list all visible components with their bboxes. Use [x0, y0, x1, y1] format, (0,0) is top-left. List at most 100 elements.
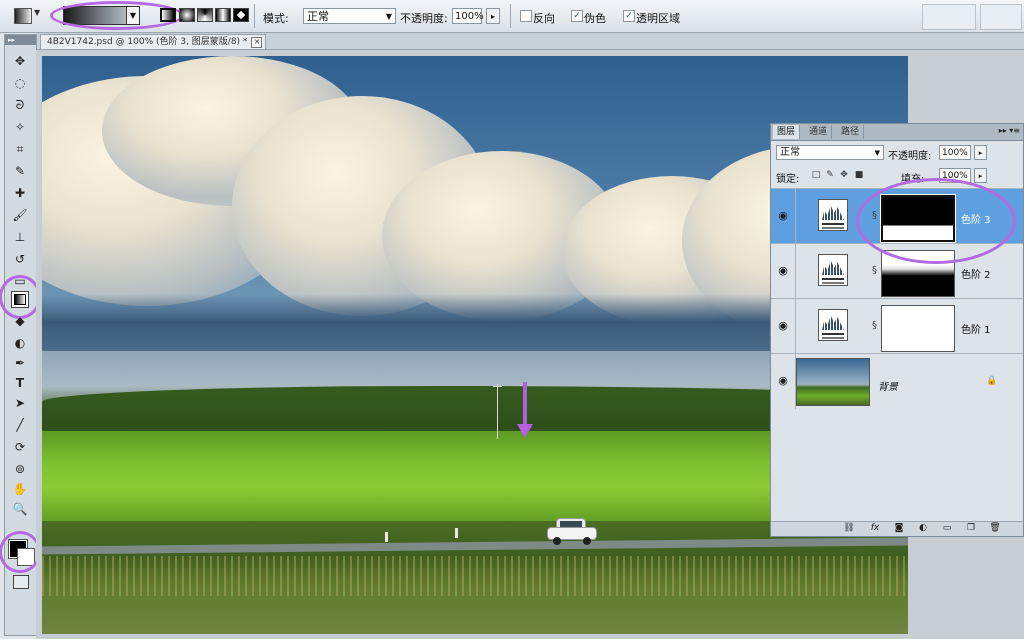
layer-row[interactable]: ◉ § 色阶 1	[771, 298, 1023, 354]
reverse-label: 反向	[533, 12, 555, 25]
delete-layer-icon[interactable]: 🗑	[989, 523, 1001, 534]
background-layer-thumbnail[interactable]	[796, 358, 870, 406]
history-brush-tool-icon[interactable]: ↺	[11, 251, 29, 268]
eye-icon[interactable]: ◉	[776, 319, 790, 333]
toolbox-grip[interactable]: ▸▸	[5, 35, 36, 45]
dodge-tool-icon[interactable]: ◐	[11, 335, 29, 352]
dither-label: 伪色	[584, 12, 606, 25]
document-tab[interactable]: 4B2V1742.psd @ 100% (色阶 3, 图层蒙版/8) * ×	[40, 34, 267, 49]
divider	[795, 299, 796, 354]
layer-name: 色阶 2	[961, 270, 991, 281]
lock-position-icon[interactable]: ✥	[839, 170, 849, 180]
new-adjustment-layer-icon[interactable]: ◐	[917, 523, 929, 534]
link-icon[interactable]: §	[872, 265, 877, 276]
tab-paths[interactable]: 路径	[837, 125, 865, 139]
3d-orbit-tool-icon[interactable]: ⊚	[11, 461, 29, 478]
close-icon[interactable]: ×	[251, 37, 263, 48]
lock-transparent-icon[interactable]: □	[811, 170, 821, 180]
reflected-gradient-button[interactable]	[215, 8, 231, 22]
lock-image-icon[interactable]: ✎	[825, 170, 835, 180]
annotation-ellipse	[0, 531, 41, 573]
blur-tool-icon[interactable]: ◆	[11, 313, 29, 330]
marquee-tool-icon[interactable]: ◌	[11, 75, 29, 92]
layer-opacity-slider-button[interactable]: ▸	[974, 145, 987, 160]
new-layer-icon[interactable]: ❐	[965, 523, 977, 534]
layer-name: 背景	[878, 382, 898, 393]
panel-tabs: 图层 通道 路径 ▸▸ ▾≡	[771, 124, 1023, 141]
link-icon[interactable]: §	[872, 320, 877, 331]
dither-checkbox[interactable]: ✓	[571, 10, 583, 22]
slider-line	[822, 333, 844, 335]
magic-wand-tool-icon[interactable]: ✧	[11, 119, 29, 136]
lock-all-icon[interactable]: ■	[854, 170, 864, 180]
radial-gradient-button[interactable]	[179, 8, 195, 22]
layer-style-icon[interactable]: fx	[869, 523, 881, 534]
angle-gradient-button[interactable]	[197, 8, 213, 22]
histogram-icon	[822, 205, 844, 220]
blend-mode-select[interactable]: 正常 ▼	[776, 145, 884, 160]
hand-tool-icon[interactable]: ✋	[11, 481, 29, 498]
3d-rotate-tool-icon[interactable]: ⟳	[11, 439, 29, 456]
move-tool-icon[interactable]: ✥	[11, 53, 29, 70]
chevron-down-icon[interactable]: ▼	[34, 8, 40, 17]
reverse-checkbox[interactable]	[520, 10, 532, 22]
tab-channels[interactable]: 通道	[805, 125, 833, 139]
workspace-box[interactable]	[980, 4, 1022, 30]
healing-brush-tool-icon[interactable]: ✚	[11, 185, 29, 202]
eye-icon[interactable]: ◉	[776, 374, 790, 388]
tool-preset-picker[interactable]	[14, 8, 32, 24]
slider-line	[822, 223, 844, 225]
pole	[497, 384, 498, 439]
document-title: 4B2V1742.psd @ 100% (色阶 3, 图层蒙版/8) *	[47, 37, 248, 47]
diamond-gradient-button[interactable]	[233, 8, 249, 22]
road-post	[385, 532, 388, 542]
eye-icon[interactable]: ◉	[776, 264, 790, 278]
opacity-slider-button[interactable]: ▸	[486, 8, 500, 24]
slider-line	[822, 337, 844, 339]
opacity-input[interactable]: 100%	[452, 8, 484, 24]
lock-icon: 🔒	[986, 376, 998, 386]
linear-gradient-button[interactable]	[160, 8, 176, 22]
fill-slider-button[interactable]: ▸	[974, 168, 987, 183]
lock-label: 锁定:	[776, 174, 800, 185]
levels-adjustment-icon[interactable]	[818, 309, 848, 341]
divider	[254, 4, 255, 28]
quick-mask-button[interactable]	[13, 575, 29, 589]
clone-stamp-tool-icon[interactable]: ⊥	[11, 229, 29, 246]
path-selection-tool-icon[interactable]: ➤	[11, 395, 29, 412]
layers-panel-footer: ⛓ fx ◙ ◐ ▭ ❐ 🗑	[771, 521, 1023, 536]
divider	[795, 244, 796, 299]
brush-tool-icon[interactable]: 🖌	[11, 207, 29, 224]
panel-menu-icon[interactable]: ▸▸ ▾≡	[999, 126, 1020, 135]
layer-row[interactable]: ◉ 背景 🔒	[771, 353, 1023, 409]
mode-select[interactable]: 正常 ▼	[303, 8, 396, 24]
crop-tool-icon[interactable]: ⌗	[11, 141, 29, 158]
workspace-box[interactable]	[922, 4, 976, 30]
opacity-label: 不透明度:	[400, 12, 448, 25]
eyedropper-tool-icon[interactable]: ✎	[11, 163, 29, 180]
divider	[795, 189, 796, 244]
levels-adjustment-icon[interactable]	[818, 199, 848, 231]
divider	[510, 4, 511, 28]
levels-adjustment-icon[interactable]	[818, 254, 848, 286]
lasso-tool-icon[interactable]: ᘐ	[11, 97, 29, 114]
zoom-tool-icon[interactable]: 🔍	[11, 501, 29, 518]
line-tool-icon[interactable]: ╱	[11, 417, 29, 434]
histogram-icon	[822, 315, 844, 330]
type-tool-icon[interactable]: T	[11, 375, 29, 392]
add-mask-icon[interactable]: ◙	[893, 523, 905, 534]
slider-line	[822, 282, 844, 284]
car-wheel	[553, 537, 561, 545]
new-group-icon[interactable]: ▭	[941, 523, 953, 534]
road-post	[455, 528, 458, 538]
layer-opacity-input[interactable]: 100%	[939, 145, 971, 160]
eye-icon[interactable]: ◉	[776, 209, 790, 223]
tab-layers[interactable]: 图层	[773, 125, 801, 139]
pen-tool-icon[interactable]: ✒	[11, 355, 29, 372]
car-wheel	[583, 537, 591, 545]
blend-mode-value: 正常	[780, 147, 800, 158]
link-layers-icon[interactable]: ⛓	[843, 523, 855, 534]
transparency-checkbox[interactable]: ✓	[623, 10, 635, 22]
layer-mask-thumbnail[interactable]	[881, 305, 955, 352]
layer-name: 色阶 1	[961, 325, 991, 336]
